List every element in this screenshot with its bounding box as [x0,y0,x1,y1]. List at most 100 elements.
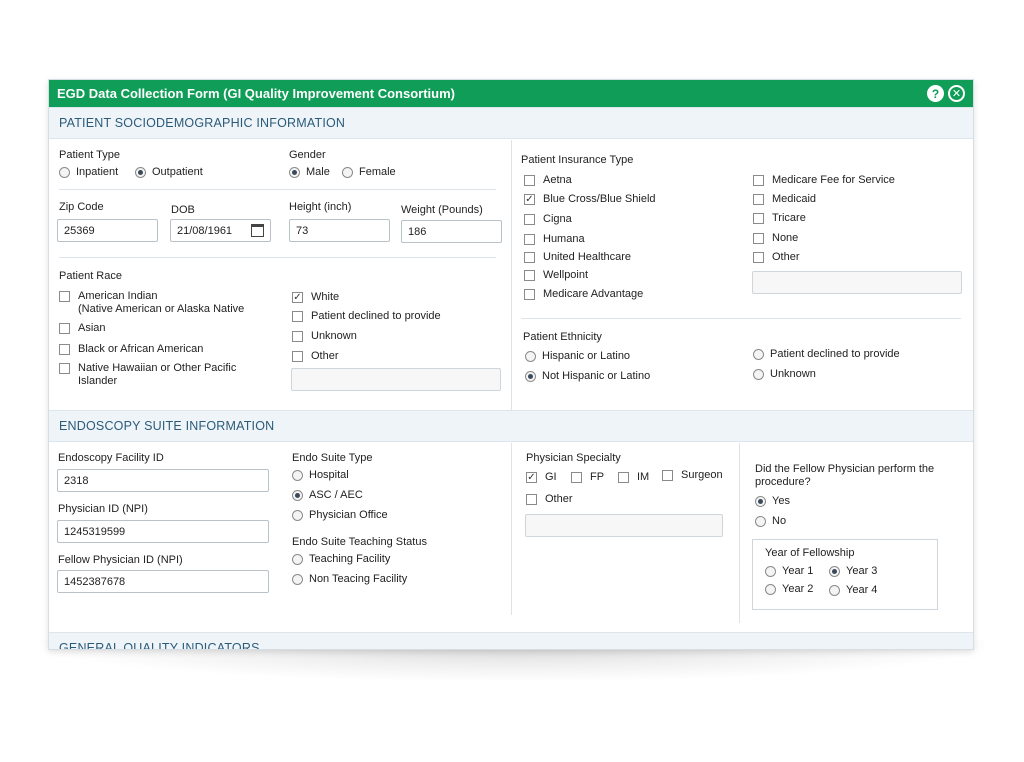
suite-physician-office[interactable]: Physician Office [292,509,388,522]
weight-field[interactable]: 186 [401,220,502,243]
height-field[interactable]: 73 [289,219,390,242]
ethnicity-not-hispanic[interactable]: Not Hispanic or Latino [525,370,650,383]
race-asian[interactable]: Asian [59,322,106,335]
insurance-tricare[interactable]: Tricare [753,212,806,225]
dob-label: DOB [171,204,195,216]
help-icon[interactable]: ? [927,85,944,102]
height-label: Height (inch) [289,201,352,213]
teaching-label: Endo Suite Teaching Status [292,536,427,548]
checkbox-icon [292,351,303,362]
zip-label: Zip Code [59,201,104,213]
teaching-facility[interactable]: Teaching Facility [292,553,390,566]
race-american-indian-sub: (Native American or Alaska Native [78,303,245,315]
window-title: EGD Data Collection Form (GI Quality Imp… [57,86,455,101]
radio-icon [292,554,303,565]
radio-selected-icon [829,566,840,577]
checkmark-icon: ✓ [524,194,535,205]
suite-asc[interactable]: ASC / AEC [292,489,363,502]
checkbox-icon [59,323,70,334]
fellow-id-field[interactable]: 1452387678 [57,570,269,593]
specialty-im[interactable]: IM [618,471,649,484]
suite-hospital[interactable]: Hospital [292,469,349,482]
insurance-none[interactable]: None [753,232,798,245]
race-label: Patient Race [59,270,122,282]
insurance-bcbs[interactable]: ✓ Blue Cross/Blue Shield [524,193,656,206]
fellowship-year-2[interactable]: Year 2 [765,583,813,596]
divider [59,257,496,258]
fellow-question-label: Did the Fellow Physician perform the [755,463,935,475]
patient-type-outpatient[interactable]: Outpatient [135,166,203,179]
insurance-medicare-ffs[interactable]: Medicare Fee for Service [753,174,895,187]
gender-female[interactable]: Female [342,166,396,179]
close-icon[interactable]: ✕ [948,85,965,102]
ethnicity-declined[interactable]: Patient declined to provide [753,348,900,361]
radio-icon [753,349,764,360]
checkbox-icon [662,470,673,481]
race-white[interactable]: ✓ White [292,291,339,304]
suite-type-label: Endo Suite Type [292,452,373,464]
facility-id-field[interactable]: 2318 [57,469,269,492]
checkbox-icon [753,233,764,244]
column-divider [511,140,512,410]
patient-type-inpatient[interactable]: Inpatient [59,166,118,179]
fellowship-year-1[interactable]: Year 1 [765,565,813,578]
insurance-humana[interactable]: Humana [524,233,585,246]
ethnicity-unknown[interactable]: Unknown [753,368,816,381]
section-header-endoscopy: ENDOSCOPY SUITE INFORMATION [49,410,973,442]
insurance-wellpoint[interactable]: Wellpoint [524,269,588,282]
race-black[interactable]: Black or African American [59,343,203,356]
column-divider [511,443,512,615]
fellowship-year-3[interactable]: Year 3 [829,565,877,578]
calendar-icon[interactable] [251,224,264,237]
physician-id-field[interactable]: 1245319599 [57,520,269,543]
non-teaching-facility[interactable]: Non Teacing Facility [292,573,407,586]
dob-field[interactable]: 21/08/1961 [170,219,271,242]
race-hawaiian[interactable]: Native Hawaiian or Other Pacific Islander [59,362,236,388]
checkbox-icon [753,252,764,263]
race-other-field[interactable] [291,368,501,391]
insurance-cigna[interactable]: Cigna [524,213,572,226]
insurance-medicare-advantage[interactable]: Medicare Advantage [524,288,643,301]
checkmark-icon: ✓ [292,292,303,303]
zip-field[interactable]: 25369 [57,219,158,242]
specialty-fp[interactable]: FP [571,471,604,484]
radio-selected-icon [292,490,303,501]
radio-icon [292,574,303,585]
race-american-indian[interactable]: American Indian (Native American or Alask… [59,290,244,316]
specialty-label: Physician Specialty [526,452,621,464]
radio-selected-icon [525,371,536,382]
fellow-no[interactable]: No [755,515,786,528]
radio-icon [829,585,840,596]
radio-selected-icon [289,167,300,178]
radio-icon [59,167,70,178]
insurance-aetna[interactable]: Aetna [524,174,572,187]
race-hawaiian-label-2: Islander [78,375,118,387]
physician-id-label: Physician ID (NPI) [58,503,148,515]
checkbox-icon [618,472,629,483]
ethnicity-label: Patient Ethnicity [523,331,602,343]
insurance-other-field[interactable] [752,271,962,294]
title-bar: EGD Data Collection Form (GI Quality Imp… [49,80,973,107]
insurance-medicaid[interactable]: Medicaid [753,193,816,206]
checkbox-icon [59,291,70,302]
ethnicity-hispanic[interactable]: Hispanic or Latino [525,350,630,363]
specialty-gi[interactable]: ✓ GI [526,471,557,484]
insurance-united[interactable]: United Healthcare [524,251,631,264]
race-declined[interactable]: Patient declined to provide [292,310,441,323]
specialty-other-field[interactable] [525,514,723,537]
fellow-yes[interactable]: Yes [755,495,790,508]
specialty-surgeon[interactable]: Surgeon [662,469,723,482]
checkbox-icon [753,213,764,224]
radio-icon [755,516,766,527]
race-other[interactable]: Other [292,350,339,363]
gender-male[interactable]: Male [289,166,330,179]
insurance-other[interactable]: Other [753,251,800,264]
checkbox-icon [753,175,764,186]
specialty-other[interactable]: Other [526,493,573,506]
race-unknown[interactable]: Unknown [292,330,357,343]
race-american-indian-label: American Indian [78,290,158,302]
fellow-id-label: Fellow Physician ID (NPI) [58,554,183,566]
checkbox-icon [524,270,535,281]
divider [59,189,496,190]
fellowship-year-4[interactable]: Year 4 [829,584,877,597]
